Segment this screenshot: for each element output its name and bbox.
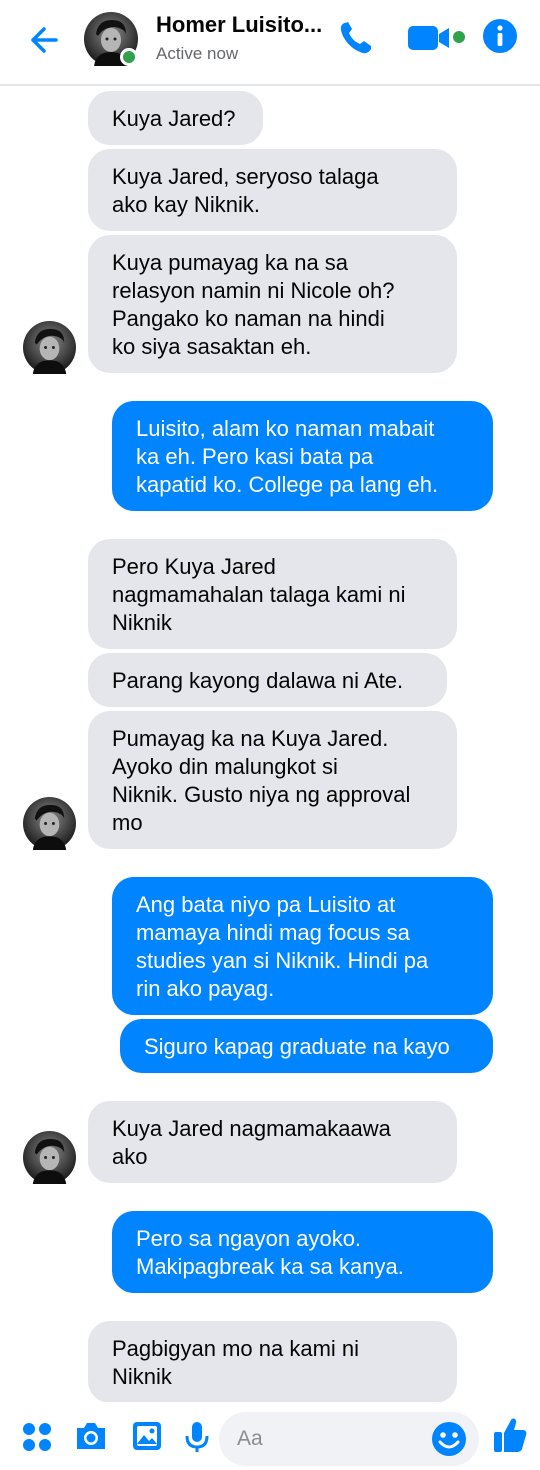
microphone-icon[interactable]	[184, 1420, 210, 1454]
thumbs-up-icon[interactable]	[492, 1416, 528, 1454]
camera-icon[interactable]	[74, 1420, 108, 1452]
info-icon[interactable]	[482, 18, 518, 54]
contact-avatar-small[interactable]	[23, 1131, 76, 1184]
phone-icon[interactable]	[336, 18, 376, 58]
message-incoming[interactable]: Pagbigyan mo na kami ni Niknik	[88, 1321, 457, 1403]
conversation-header: Homer Luisito... Active now	[0, 0, 540, 86]
message-outgoing[interactable]: Siguro kapag graduate na kayo	[120, 1019, 493, 1073]
message-incoming[interactable]: Kuya Jared, seryoso talaga ako kay Nikni…	[88, 149, 457, 231]
message-outgoing[interactable]: Pero sa ngayon ayoko. Makipagbreak ka sa…	[112, 1211, 493, 1293]
online-status-dot	[120, 48, 138, 66]
contact-avatar-small[interactable]	[23, 321, 76, 374]
emoji-icon[interactable]	[431, 1421, 467, 1457]
message-composer: Aa	[0, 1402, 540, 1470]
video-camera-icon[interactable]	[406, 20, 468, 56]
message-outgoing[interactable]: Ang bata niyo pa Luisito at mamaya hindi…	[112, 877, 493, 1015]
contact-avatar-small[interactable]	[23, 797, 76, 850]
active-status: Active now	[156, 44, 239, 63]
back-arrow-icon[interactable]	[26, 20, 66, 60]
message-incoming[interactable]: Kuya Jared?	[88, 91, 263, 145]
message-incoming[interactable]: Kuya Jared nagmamakaawa ako	[88, 1101, 457, 1183]
gallery-icon[interactable]	[131, 1420, 163, 1452]
message-outgoing[interactable]: Luisito, alam ko naman mabait ka eh. Per…	[112, 401, 493, 511]
message-incoming[interactable]: Kuya pumayag ka na sa relasyon namin ni …	[88, 235, 457, 373]
contact-name[interactable]: Homer Luisito...	[156, 12, 331, 38]
message-input[interactable]: Aa	[219, 1412, 479, 1466]
message-input-placeholder: Aa	[237, 1427, 263, 1450]
message-incoming[interactable]: Pumayag ka na Kuya Jared. Ayoko din malu…	[88, 711, 457, 849]
message-incoming[interactable]: Pero Kuya Jared nagmamahalan talaga kami…	[88, 539, 457, 649]
apps-grid-icon[interactable]	[22, 1422, 52, 1452]
message-incoming[interactable]: Parang kayong dalawa ni Ate.	[88, 653, 447, 707]
